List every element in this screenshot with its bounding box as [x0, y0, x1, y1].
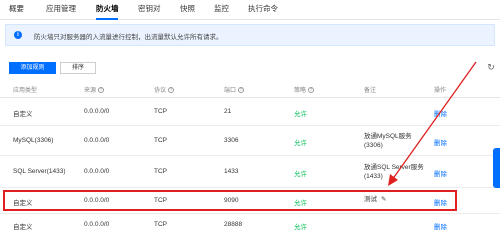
banner-text: 防火墙只对服务器的入流量进行控制，出流量默认允许所有请求。 — [34, 34, 223, 41]
cell-source: 0.0.0.0/0 — [84, 108, 110, 115]
cell-policy: 允许 — [294, 111, 307, 118]
col-header-policy-label: 策略 — [294, 88, 307, 94]
col-header-source-label: 来源 — [84, 88, 97, 94]
col-header-action: 操作 — [434, 88, 447, 94]
refresh-icon[interactable]: ↻ — [486, 62, 496, 72]
tab-overview[interactable]: 概要 — [9, 3, 24, 14]
cell-policy: 允许 — [294, 140, 307, 147]
add-rule-button[interactable]: 添加规则 — [9, 62, 56, 74]
cell-port: 3306 — [224, 137, 239, 144]
tab-snapshot[interactable]: 快照 — [180, 3, 195, 14]
cell-port: 21 — [224, 108, 232, 115]
table-row: 自定义 0.0.0.0/0 TCP 21 允许 删除 — [0, 98, 500, 126]
cell-port: 1433 — [224, 168, 239, 175]
cell-source: 0.0.0.0/0 — [84, 137, 110, 144]
table-row: MySQL(3306) 0.0.0.0/0 TCP 3306 允许 放通MySQ… — [0, 126, 500, 156]
cell-note: 放通MySQL服务 (3306) — [364, 133, 412, 149]
tab-app-management[interactable]: 应用管理 — [46, 3, 76, 14]
cell-source: 0.0.0.0/0 — [84, 168, 110, 175]
info-icon: i — [14, 31, 22, 39]
col-header-type-label: 应用类型 — [13, 88, 38, 94]
cell-protocol: TCP — [154, 221, 167, 228]
tab-monitor[interactable]: 监控 — [214, 3, 229, 14]
cell-protocol: TCP — [154, 108, 167, 115]
col-header-protocol-label: 协议 — [154, 88, 167, 94]
sort-button[interactable]: 排序 — [60, 62, 96, 74]
cell-protocol: TCP — [154, 168, 167, 175]
table-row: SQL Server(1433) 0.0.0.0/0 TCP 1433 允许 放… — [0, 156, 500, 188]
cell-type: MySQL(3306) — [13, 137, 54, 144]
tab-keypair[interactable]: 密钥对 — [138, 3, 161, 14]
cell-policy: 允许 — [294, 224, 307, 231]
help-icon[interactable]: ? — [168, 87, 175, 94]
col-header-type: 应用类型 — [13, 84, 37, 98]
cell-type: SQL Server(1433) — [13, 168, 66, 175]
help-icon[interactable]: ? — [308, 87, 315, 94]
cell-policy: 允许 — [294, 171, 307, 178]
highlight-box — [3, 190, 457, 211]
cell-protocol: TCP — [154, 137, 167, 144]
col-header-port: 端口? — [224, 84, 245, 98]
delete-link[interactable]: 删除 — [434, 108, 447, 118]
cell-source: 0.0.0.0/0 — [84, 221, 110, 228]
tab-firewall[interactable]: 防火墙 — [96, 3, 119, 14]
delete-link[interactable]: 删除 — [434, 168, 447, 178]
col-header-policy: 策略? — [294, 84, 315, 98]
delete-link[interactable]: 删除 — [434, 137, 447, 147]
col-header-protocol: 协议? — [154, 84, 175, 98]
active-tab-indicator — [96, 18, 118, 20]
side-panel-tab[interactable] — [493, 148, 500, 188]
tab-run-command[interactable]: 执行命令 — [248, 3, 278, 14]
col-header-source: 来源? — [84, 84, 105, 98]
cell-port: 28888 — [224, 221, 243, 228]
table-row: 自定义 0.0.0.0/0 TCP 28888 允许 删除 — [0, 214, 500, 231]
tab-bar: 概要 应用管理 防火墙 密钥对 快照 监控 执行命令 — [0, 0, 500, 20]
table-header: 应用类型 来源? 协议? 端口? 策略? 备注 操作 — [0, 84, 500, 98]
cell-type: 自定义 — [13, 111, 33, 118]
delete-link[interactable]: 删除 — [434, 221, 447, 231]
col-header-note: 备注 — [364, 88, 377, 94]
help-icon[interactable]: ? — [238, 87, 245, 94]
col-header-port-label: 端口 — [224, 88, 237, 94]
help-icon[interactable]: ? — [98, 87, 105, 94]
cell-type: 自定义 — [13, 224, 33, 231]
cell-note: 放通SQL Server服务 (1433) — [364, 164, 424, 180]
